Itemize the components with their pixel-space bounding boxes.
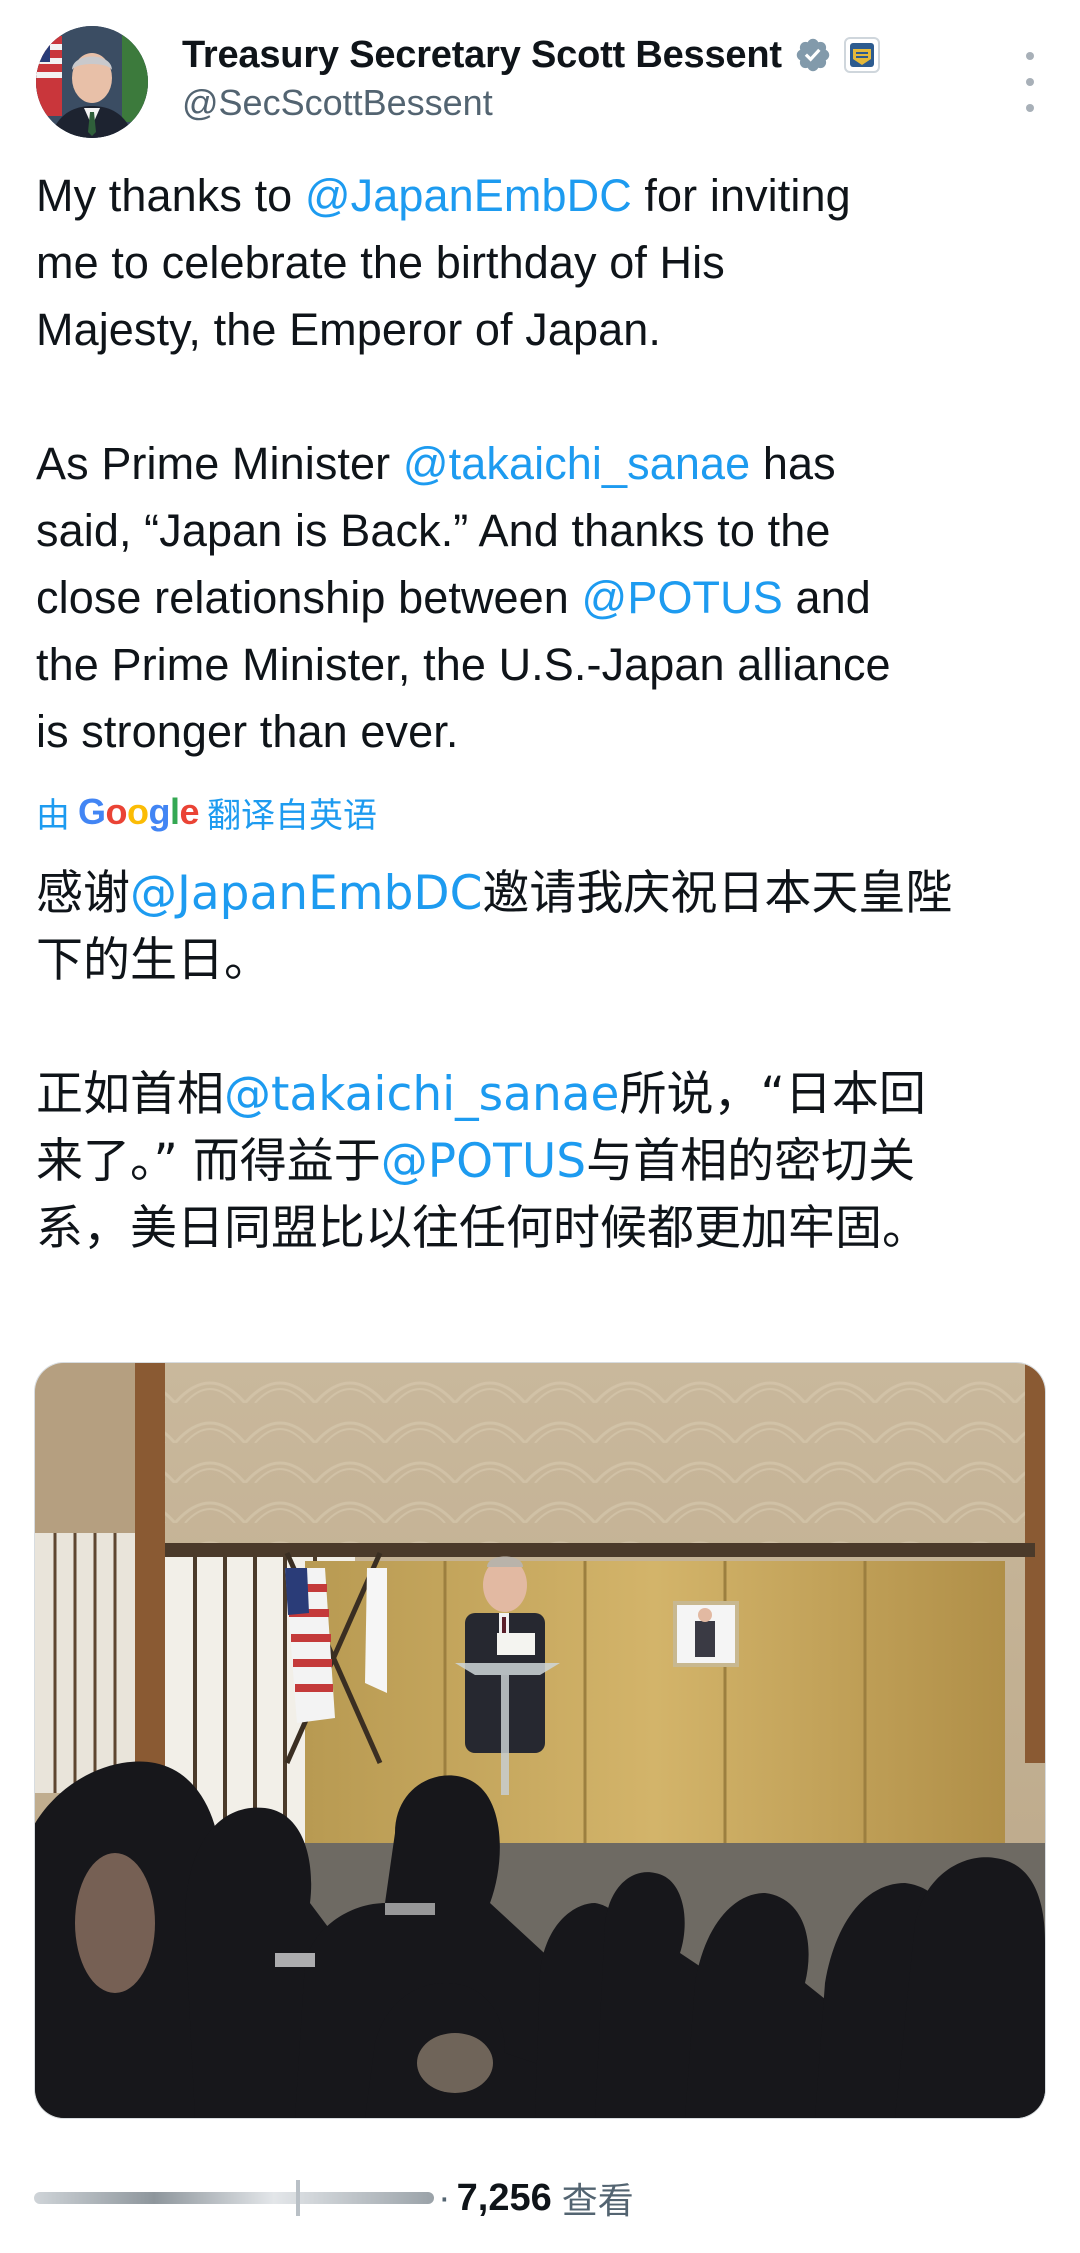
mention-japanembdc[interactable]: @JapanEmbDC xyxy=(305,170,632,221)
avatar[interactable] xyxy=(36,26,148,138)
author-display-name[interactable]: Treasury Secretary Scott Bessent xyxy=(182,34,782,77)
tweet-photo[interactable] xyxy=(34,1362,1046,2119)
views-label: 查看 xyxy=(561,2181,634,2222)
translated-text-segment: 感谢 xyxy=(36,866,130,921)
tweet-text: My thanks to @JapanEmbDC for inviting me… xyxy=(36,162,1046,765)
mention-japanembdc-translated[interactable]: @JapanEmbDC xyxy=(130,866,482,921)
author-handle[interactable]: @SecScottBessent xyxy=(182,82,493,124)
treasury-seal-icon[interactable] xyxy=(843,37,880,73)
more-options-icon[interactable] xyxy=(1018,52,1042,112)
verified-badge-icon[interactable] xyxy=(794,36,832,74)
translation-suffix: 翻译自英语 xyxy=(207,795,378,836)
mention-takaichi-sanae[interactable]: @takaichi_sanae xyxy=(403,438,750,489)
views-count[interactable]: 7,256 xyxy=(457,2177,552,2220)
translation-attribution[interactable]: 由 Google 翻译自英语 xyxy=(36,788,377,836)
translated-text: 感谢@JapanEmbDC邀请我庆祝日本天皇陛 下的生日。 正如首相@takai… xyxy=(36,860,1046,1262)
timestamp-redacted xyxy=(34,2178,434,2218)
tweet-footer: · 7,256 查看 xyxy=(34,2168,634,2228)
author-name-row: Treasury Secretary Scott Bessent xyxy=(182,28,880,82)
mention-potus[interactable]: @POTUS xyxy=(582,572,783,623)
translation-prefix: 由 xyxy=(36,795,70,836)
mention-takaichi-sanae-translated[interactable]: @takaichi_sanae xyxy=(224,1067,619,1122)
mention-potus-translated[interactable]: @POTUS xyxy=(381,1134,586,1189)
tweet-text-segment: My thanks to xyxy=(36,170,305,221)
tweet-header: Treasury Secretary Scott Bessent @SecSco… xyxy=(36,26,1046,146)
separator: · xyxy=(438,2176,451,2219)
google-logo: Google xyxy=(78,791,200,832)
